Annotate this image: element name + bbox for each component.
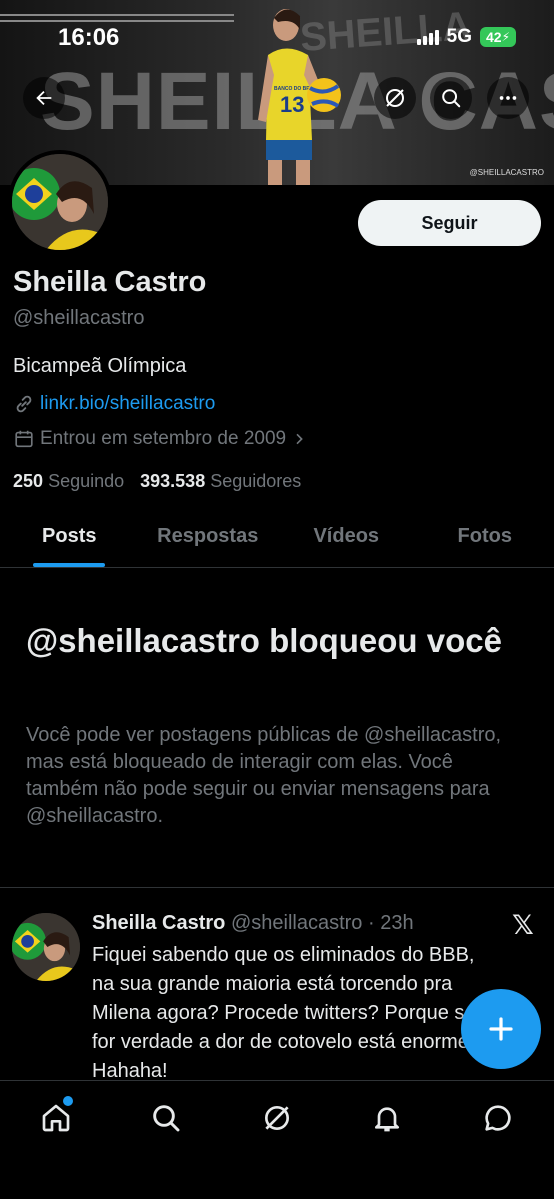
status-indicators: 5G 42 ⚡ <box>416 26 516 48</box>
slash-circle-icon <box>386 89 404 107</box>
banner-player-image: 13 BANCO DO BRASIL <box>258 9 341 185</box>
profile-counts: 250 Seguindo 393.538 Seguidores <box>13 471 301 492</box>
nav-search[interactable] <box>146 1098 186 1138</box>
compose-button[interactable] <box>461 989 541 1069</box>
divider <box>0 887 554 888</box>
profile-tabs: Posts Respostas Vídeos Fotos <box>0 510 554 568</box>
tab-videos[interactable]: Vídeos <box>277 510 416 567</box>
tab-photos[interactable]: Fotos <box>416 510 554 567</box>
signal-icon <box>416 29 439 45</box>
tweet-time[interactable]: 23h <box>380 912 413 934</box>
tweet-avatar[interactable] <box>12 913 80 981</box>
grok-button[interactable] <box>374 77 416 119</box>
profile-link[interactable]: linkr.bio/sheillacastro <box>40 393 215 415</box>
tweet-author[interactable]: Sheilla Castro <box>92 912 225 934</box>
profile-handle: @sheillacastro <box>13 307 145 329</box>
search-icon <box>442 89 461 108</box>
follow-button[interactable]: Seguir <box>358 200 541 246</box>
nav-grok[interactable] <box>257 1098 297 1138</box>
banner-stripe <box>0 14 234 16</box>
notifications-icon <box>375 1107 399 1132</box>
profile-display-name: Sheilla Castro <box>13 266 207 298</box>
avatar-image <box>12 154 108 250</box>
notification-dot <box>63 1096 73 1106</box>
tweet-handle[interactable]: @sheillacastro <box>231 912 362 934</box>
back-button[interactable] <box>23 77 65 119</box>
messages-icon <box>485 1105 511 1131</box>
profile-joined-row[interactable]: Entrou em setembro de 2009 <box>13 428 307 450</box>
home-icon <box>42 1104 70 1132</box>
jersey-number: 13 <box>280 92 304 117</box>
search-button[interactable] <box>430 77 472 119</box>
bottom-nav <box>0 1080 554 1199</box>
status-time: 16:06 <box>58 24 120 51</box>
blocked-text: Você pode ver postagens públicas de @she… <box>26 724 502 827</box>
search-icon <box>153 1105 180 1132</box>
avatar-image <box>12 913 80 981</box>
followers-link[interactable]: 393.538 Seguidores <box>140 471 301 492</box>
tab-posts[interactable]: Posts <box>0 510 139 567</box>
tab-replies[interactable]: Respostas <box>139 510 278 567</box>
link-icon <box>16 395 32 413</box>
blocked-title: @sheillacastro bloqueou você <box>26 622 502 659</box>
nav-home[interactable] <box>36 1096 76 1138</box>
banner-stripe <box>0 20 234 22</box>
plus-icon <box>489 1017 513 1041</box>
banner-instagram-tag: @SHEILLACASTRO <box>469 168 544 177</box>
tweet-header: Sheilla Castro @sheillacastro · 23h <box>92 912 414 935</box>
more-dots-icon <box>499 96 517 100</box>
followers-label: Seguidores <box>210 471 302 491</box>
arrow-left-icon <box>36 90 52 106</box>
profile-link-row: linkr.bio/sheillacastro <box>13 393 215 415</box>
followers-count: 393.538 <box>140 471 206 491</box>
network-label: 5G <box>446 26 472 47</box>
nav-messages[interactable] <box>478 1098 518 1138</box>
x-logo-icon: 𝕏 <box>512 910 534 940</box>
battery-level: 42 <box>485 29 502 45</box>
more-button[interactable] <box>487 77 529 119</box>
grok-icon <box>265 1106 289 1130</box>
calendar-icon <box>15 430 33 448</box>
following-label: Seguindo <box>48 471 125 491</box>
following-count: 250 <box>13 471 44 491</box>
profile-bio: Bicampeã Olímpica <box>13 355 187 377</box>
chevron-right-icon <box>296 433 303 445</box>
following-link[interactable]: 250 Seguindo <box>13 471 124 492</box>
nav-notifications[interactable] <box>367 1098 407 1138</box>
tweet-separator: · <box>362 912 381 934</box>
profile-joined: Entrou em setembro de 2009 <box>40 428 287 449</box>
profile-avatar[interactable] <box>8 150 112 254</box>
battery-icon: 42 ⚡ <box>480 27 516 47</box>
